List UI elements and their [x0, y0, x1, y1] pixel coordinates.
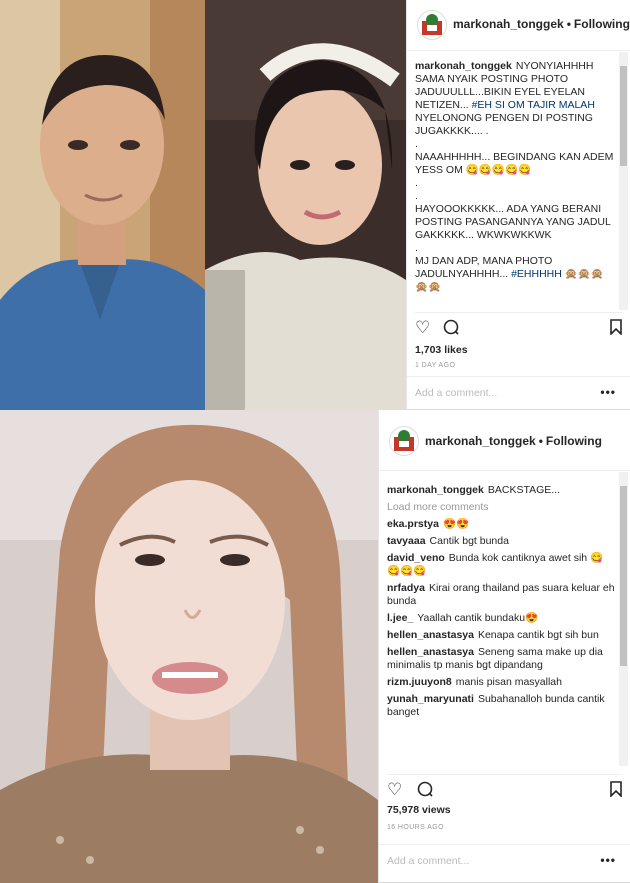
comment-username[interactable]: nrfadya: [387, 582, 425, 594]
post-header: markonah_tonggek • Following: [407, 0, 630, 51]
comment-item: hellen_anastasya Kenapa cantik bgt sih bu…: [387, 629, 599, 641]
couple-photo-image: [0, 0, 406, 410]
post-timestamp[interactable]: 16 HOURS AGO: [387, 824, 444, 831]
bookmark-icon[interactable]: [610, 781, 622, 800]
post-header: markonah_tonggek • Following: [379, 410, 630, 471]
bookmark-icon[interactable]: [610, 319, 622, 338]
action-bar: ♡: [415, 312, 622, 337]
comment-username[interactable]: eka.prstya: [387, 518, 439, 530]
comment-item: rizm.juuyon8 manis pisan masyallah: [387, 676, 562, 688]
post-photo[interactable]: [0, 0, 406, 410]
hashtag-link[interactable]: #EHHHHH: [511, 268, 562, 280]
scrollbar-thumb[interactable]: [620, 66, 627, 166]
likes-count[interactable]: 1,703 likes: [415, 344, 468, 356]
caption-username[interactable]: markonah_tonggek: [415, 60, 512, 72]
woman-video-image: [0, 410, 378, 883]
comment-input[interactable]: Add a comment...: [387, 855, 469, 867]
scrollbar-thumb[interactable]: [620, 486, 627, 666]
comment-username[interactable]: l.jee_: [387, 612, 413, 624]
hashtag-link[interactable]: #EH SI OM TAJIR MALAH: [472, 99, 595, 111]
comment-input[interactable]: Add a comment...: [415, 387, 497, 399]
caption-area: markonah_tonggek NYONYIAHHHH SAMA NYAIK P…: [415, 60, 614, 293]
comment-item: david_veno Bunda kok cantiknya awet sih 😋…: [387, 552, 604, 577]
post-username: markonah_tonggek • Following: [425, 434, 602, 448]
more-options-icon[interactable]: •••: [600, 853, 616, 867]
username-link[interactable]: markonah_tonggek: [425, 434, 536, 448]
avatar[interactable]: [389, 426, 419, 456]
scrollbar[interactable]: [619, 52, 628, 310]
post-side-panel: markonah_tonggek • Following markonah_tong…: [378, 410, 630, 883]
avatar[interactable]: [417, 10, 447, 40]
comment-item: nrfadya Kirai orang thailand pas suara ke…: [387, 582, 615, 607]
instagram-post-2: markonah_tonggek • Following markonah_tong…: [0, 410, 630, 883]
comment-icon[interactable]: [443, 319, 459, 338]
comment-item: hellen_anastasya Seneng sama make up dia …: [387, 646, 603, 671]
load-more-comments-link[interactable]: Load more comments: [387, 501, 616, 514]
comment-item: l.jee_ Yaallah cantik bundaku😍: [387, 612, 539, 624]
views-count[interactable]: 75,978 views: [387, 804, 451, 816]
heart-icon[interactable]: ♡: [387, 781, 402, 798]
comment-username[interactable]: hellen_anastasya: [387, 646, 474, 658]
heart-icon[interactable]: ♡: [415, 319, 430, 336]
scrollbar[interactable]: [619, 472, 628, 766]
caption-username[interactable]: markonah_tonggek: [387, 484, 484, 496]
post-timestamp[interactable]: 1 DAY AGO: [415, 362, 455, 369]
add-comment-bar: Add a comment... •••: [379, 844, 630, 879]
add-comment-bar: Add a comment... •••: [407, 376, 630, 411]
comment-username[interactable]: tavyaaa: [387, 535, 426, 547]
post-username: markonah_tonggek • Following: [453, 17, 630, 31]
instagram-post-1: markonah_tonggek • Following markonah_tong…: [0, 0, 630, 410]
comment-username[interactable]: david_veno: [387, 552, 445, 564]
caption: markonah_tonggek BACKSTAGE...: [387, 484, 561, 496]
comment-username[interactable]: rizm.juuyon8: [387, 676, 452, 688]
action-bar: ♡: [387, 774, 622, 799]
comment-item: eka.prstya 😍😍: [387, 518, 470, 530]
more-options-icon[interactable]: •••: [600, 385, 616, 399]
comment-icon[interactable]: [417, 781, 433, 800]
comment-username[interactable]: yunah_maryunati: [387, 693, 474, 705]
post-video[interactable]: [0, 410, 378, 883]
post-side-panel: markonah_tonggek • Following markonah_tong…: [406, 0, 630, 410]
comment-item: tavyaaa Cantik bgt bunda: [387, 535, 509, 547]
following-button[interactable]: Following: [574, 17, 630, 31]
comment-item: yunah_maryunati Subahanalloh bunda cantik…: [387, 693, 605, 718]
following-button[interactable]: Following: [546, 434, 602, 448]
comment-username[interactable]: hellen_anastasya: [387, 629, 474, 641]
username-link[interactable]: markonah_tonggek: [453, 17, 564, 31]
comments-area: markonah_tonggek BACKSTAGE... Load more c…: [387, 484, 616, 764]
